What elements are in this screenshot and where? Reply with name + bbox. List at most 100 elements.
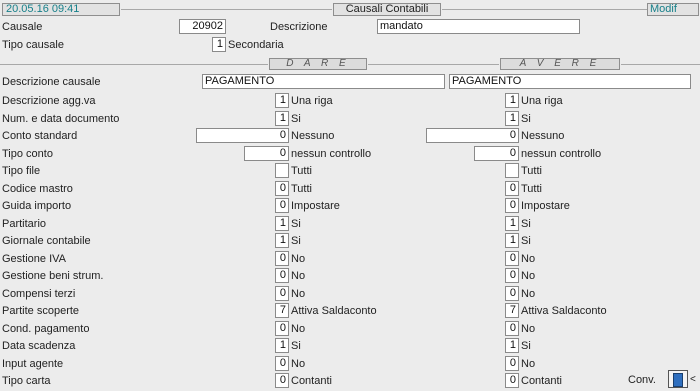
dare-value-input[interactable]: 1 xyxy=(275,233,289,248)
avere-value-input[interactable]: 1 xyxy=(505,216,519,231)
row-label: Data scadenza xyxy=(2,340,76,352)
row-label: Tipo file xyxy=(2,165,41,177)
avere-value-input[interactable]: 0 xyxy=(505,181,519,196)
dare-value-desc: Si xyxy=(291,113,301,125)
avere-value-input[interactable]: 0 xyxy=(505,198,519,213)
row-label: Compensi terzi xyxy=(2,288,76,300)
dare-value-input[interactable]: 0 xyxy=(275,181,289,196)
row-label: Num. e data documento xyxy=(2,113,120,125)
row-label: Gestione beni strum. xyxy=(2,270,104,282)
avere-value-desc: Si xyxy=(521,340,531,352)
dare-value-input[interactable]: 7 xyxy=(275,303,289,318)
avere-value-input[interactable]: 0 xyxy=(426,128,519,143)
row-label: Giornale contabile xyxy=(2,235,91,247)
conv-icon xyxy=(673,373,683,387)
descrizione-input[interactable]: mandato xyxy=(377,19,580,34)
avere-value-desc: No xyxy=(521,288,536,300)
dare-section-header: D A R E xyxy=(269,58,367,70)
dare-value-desc: No xyxy=(291,323,306,335)
row-label: Gestione IVA xyxy=(2,253,66,265)
dare-value-input[interactable]: 1 xyxy=(275,338,289,353)
dare-value-input[interactable]: 0 xyxy=(275,198,289,213)
avere-value-input[interactable]: 1 xyxy=(505,233,519,248)
avere-value-input[interactable]: 1 xyxy=(505,93,519,108)
descrizione-causale-avere-input[interactable]: PAGAMENTO xyxy=(449,74,691,89)
avere-value-desc: No xyxy=(521,323,536,335)
dare-value-input[interactable] xyxy=(275,163,289,178)
conv-label: Conv. xyxy=(628,374,656,386)
avere-value-input[interactable]: 0 xyxy=(505,373,519,388)
section-divider-left xyxy=(0,64,268,65)
tipo-causale-desc: Secondaria xyxy=(228,39,284,51)
descrizione-label: Descrizione xyxy=(270,21,328,33)
section-divider-middle xyxy=(368,64,499,65)
avere-value-input[interactable]: 0 xyxy=(474,146,519,161)
dare-value-desc: No xyxy=(291,358,306,370)
avere-value-input[interactable]: 0 xyxy=(505,268,519,283)
row-label: Partitario xyxy=(2,218,47,230)
arrow-left-icon: < xyxy=(690,374,696,385)
avere-value-desc: No xyxy=(521,358,536,370)
avere-value-input[interactable]: 0 xyxy=(505,251,519,266)
tipo-causale-input[interactable]: 1 xyxy=(212,37,226,52)
section-divider-right xyxy=(621,64,700,65)
avere-value-input[interactable]: 1 xyxy=(505,111,519,126)
dare-value-desc: No xyxy=(291,253,306,265)
avere-value-input[interactable]: 1 xyxy=(505,338,519,353)
dare-value-desc: Tutti xyxy=(291,165,312,177)
avere-value-desc: Una riga xyxy=(521,95,563,107)
avere-value-input[interactable]: 0 xyxy=(505,286,519,301)
causale-input[interactable]: 20902 xyxy=(179,19,226,34)
dare-value-input[interactable]: 0 xyxy=(275,268,289,283)
dare-value-desc: No xyxy=(291,288,306,300)
dare-value-desc: Una riga xyxy=(291,95,333,107)
avere-value-desc: Contanti xyxy=(521,375,562,387)
dare-value-input[interactable]: 1 xyxy=(275,216,289,231)
dare-value-desc: Si xyxy=(291,218,301,230)
dare-value-desc: Si xyxy=(291,235,301,247)
datetime-display: 20.05.16 09:41 xyxy=(2,3,120,16)
avere-value-desc: Tutti xyxy=(521,165,542,177)
dare-value-desc: No xyxy=(291,270,306,282)
dare-value-desc: Contanti xyxy=(291,375,332,387)
row-label: Tipo carta xyxy=(2,375,51,387)
avere-value-desc: nessun controllo xyxy=(521,148,602,160)
avere-value-input[interactable]: 0 xyxy=(505,321,519,336)
dare-value-input[interactable]: 1 xyxy=(275,111,289,126)
dare-value-desc: nessun controllo xyxy=(291,148,372,160)
header-divider-right xyxy=(442,9,647,10)
dare-value-input[interactable]: 0 xyxy=(275,321,289,336)
avere-value-input[interactable] xyxy=(505,163,519,178)
row-label: Partite scoperte xyxy=(2,305,80,317)
avere-value-desc: Nessuno xyxy=(521,130,565,142)
dare-value-input[interactable]: 0 xyxy=(275,356,289,371)
row-label: Tipo conto xyxy=(2,148,53,160)
dare-value-input[interactable]: 0 xyxy=(196,128,289,143)
conv-button[interactable] xyxy=(668,370,688,388)
avere-value-desc: Si xyxy=(521,218,531,230)
avere-value-input[interactable]: 7 xyxy=(505,303,519,318)
causale-label: Causale xyxy=(2,21,43,33)
dare-value-input[interactable]: 1 xyxy=(275,93,289,108)
dare-value-desc: Nessuno xyxy=(291,130,335,142)
mode-indicator: Modif xyxy=(647,3,699,16)
avere-value-desc: Si xyxy=(521,235,531,247)
dare-value-input[interactable]: 0 xyxy=(244,146,289,161)
tipo-causale-label: Tipo causale xyxy=(2,39,64,51)
row-label: Cond. pagamento xyxy=(2,323,90,335)
row-label: Guida importo xyxy=(2,200,72,212)
dare-value-input[interactable]: 0 xyxy=(275,373,289,388)
avere-value-desc: Impostare xyxy=(521,200,570,212)
row-label: Conto standard xyxy=(2,130,78,142)
avere-section-header: A V E R E xyxy=(500,58,620,70)
window-title: Causali Contabili xyxy=(333,3,441,16)
dare-value-desc: Si xyxy=(291,340,301,352)
header-divider-left xyxy=(121,9,332,10)
avere-value-input[interactable]: 0 xyxy=(505,356,519,371)
dare-value-desc: Impostare xyxy=(291,200,340,212)
dare-value-input[interactable]: 0 xyxy=(275,286,289,301)
dare-value-input[interactable]: 0 xyxy=(275,251,289,266)
descrizione-causale-dare-input[interactable]: PAGAMENTO xyxy=(202,74,445,89)
dare-value-desc: Attiva Saldaconto xyxy=(291,305,377,317)
row-label: Input agente xyxy=(2,358,64,370)
